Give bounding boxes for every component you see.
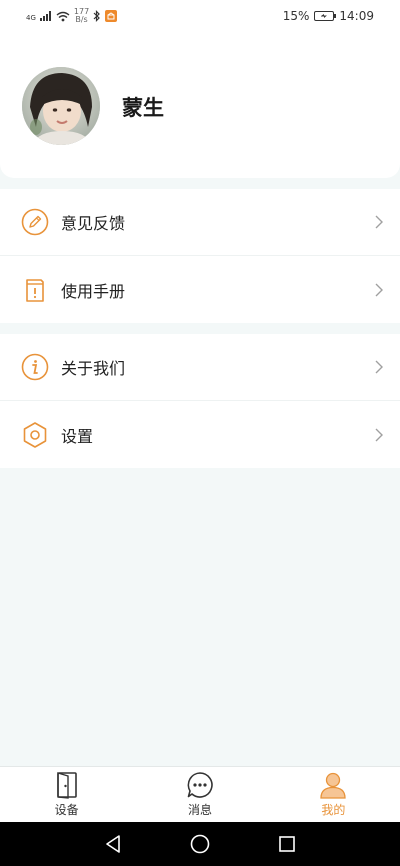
tab-messages[interactable]: 消息 — [133, 767, 266, 822]
app-notification-icon — [105, 10, 118, 22]
net-speed: 177 B/s — [74, 8, 89, 24]
chevron-right-icon — [375, 215, 383, 229]
manual-book-icon — [21, 276, 49, 304]
battery-icon — [314, 11, 337, 21]
clock-time: 14:09 — [339, 9, 374, 23]
menu-item-about[interactable]: 关于我们 — [0, 334, 400, 401]
tab-label-messages: 消息 — [187, 803, 212, 817]
net-speed-unit: B/s — [75, 15, 88, 24]
profile-card[interactable]: 蒙生 — [0, 32, 400, 178]
menu-group-about: 关于我们 设置 — [0, 334, 400, 468]
settings-hexagon-icon — [21, 421, 49, 449]
avatar[interactable] — [22, 67, 100, 145]
chevron-right-icon — [375, 283, 383, 296]
tab-mine[interactable]: 我的 — [267, 767, 400, 822]
menu-label-about: 关于我们 — [61, 359, 126, 378]
menu-label-feedback: 意见反馈 — [61, 214, 126, 233]
bluetooth-icon — [93, 10, 101, 22]
menu-group-feedback: 意见反馈 使用手册 — [0, 189, 400, 323]
network-type: 4G — [26, 14, 36, 22]
recents-nav-icon[interactable] — [272, 829, 302, 859]
tab-label-mine: 我的 — [321, 803, 346, 817]
chevron-right-icon — [375, 360, 383, 374]
chevron-right-icon — [375, 428, 383, 441]
menu-label-settings: 设置 — [61, 426, 94, 446]
message-bubble-icon — [186, 771, 214, 799]
edit-pencil-icon — [21, 208, 49, 236]
bottom-tab-bar: 设备 消息 我的 — [0, 766, 400, 822]
status-left: 4G 177 B/s — [26, 8, 118, 24]
menu-item-manual[interactable]: 使用手册 — [0, 256, 400, 323]
status-bar: 4G 177 B/s 15% 14:09 — [0, 0, 400, 32]
status-right: 15% 14:09 — [283, 9, 374, 23]
menu-item-settings[interactable]: 设置 — [0, 401, 400, 468]
tab-devices[interactable]: 设备 — [0, 767, 133, 822]
menu-label-manual: 使用手册 — [61, 281, 126, 301]
person-icon — [319, 771, 347, 799]
tab-label-devices: 设备 — [54, 803, 79, 817]
wifi-icon — [56, 11, 70, 21]
door-device-icon — [53, 771, 81, 799]
signal-icon — [39, 11, 51, 21]
info-icon — [21, 353, 49, 381]
battery-percent: 15% — [282, 9, 310, 23]
user-name: 蒙生 — [122, 96, 164, 120]
home-nav-icon[interactable] — [185, 829, 215, 859]
menu-item-feedback[interactable]: 意见反馈 — [0, 189, 400, 256]
system-nav-bar — [0, 822, 400, 866]
back-nav-icon[interactable] — [98, 829, 128, 859]
